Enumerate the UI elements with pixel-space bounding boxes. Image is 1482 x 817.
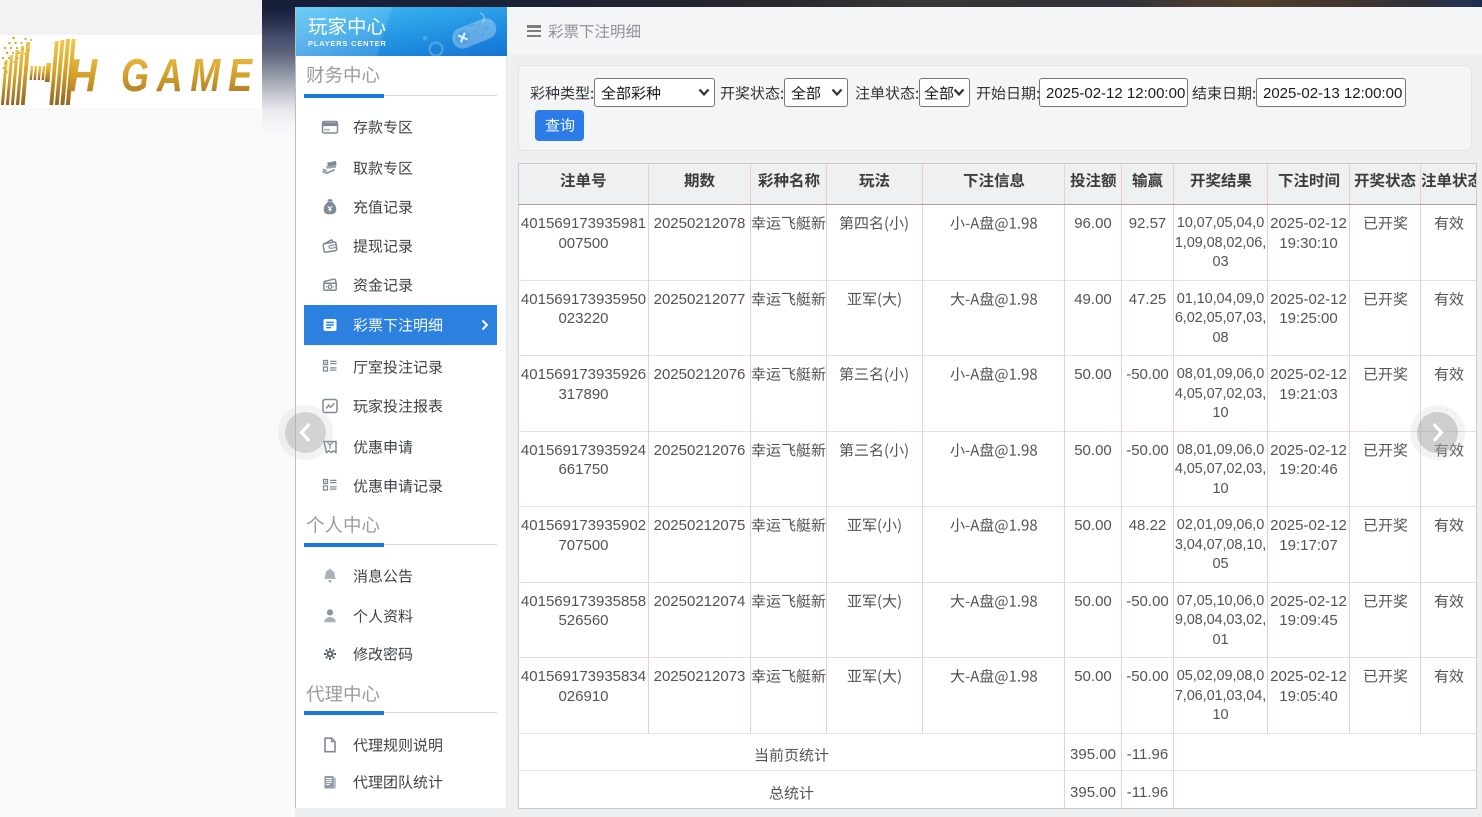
svg-text:H: H [68, 51, 99, 102]
svg-text:GAME: GAME [121, 50, 260, 101]
